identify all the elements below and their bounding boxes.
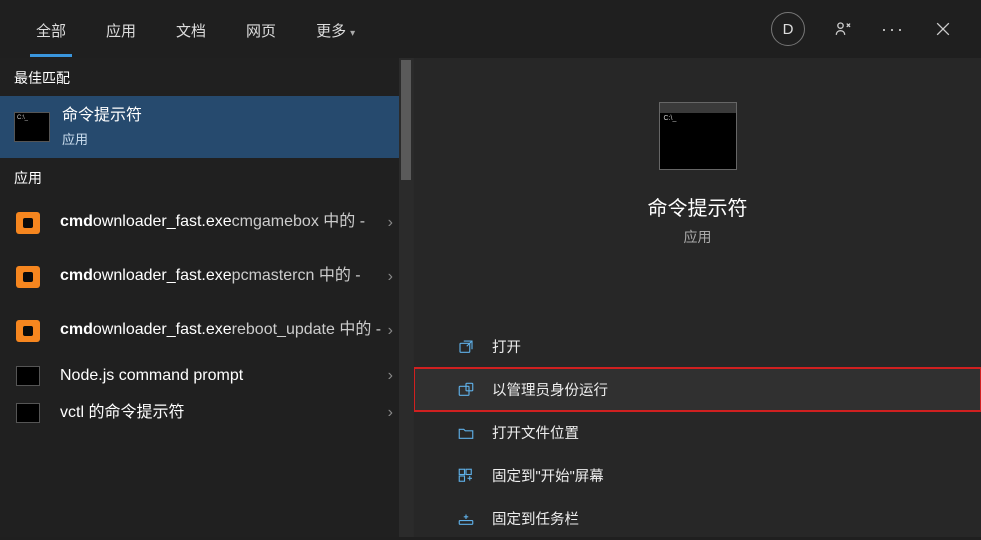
preview-subtitle: 应用 [684, 227, 712, 247]
section-best-match: 最佳匹配 [0, 58, 413, 96]
action-label: 打开 [492, 336, 521, 357]
result-title: Node.js command prompt [60, 366, 382, 387]
scrollbar[interactable] [399, 58, 413, 537]
more-options-icon[interactable]: ··· [881, 17, 905, 41]
feedback-icon[interactable] [831, 17, 855, 41]
action-label: 固定到"开始"屏幕 [492, 465, 604, 486]
folder-icon [456, 423, 476, 443]
action-label: 固定到任务栏 [492, 508, 579, 529]
chevron-right-icon[interactable]: › [382, 268, 399, 286]
result-text: 命令提示符 应用 [62, 106, 399, 148]
result-title: cmdownloader_fast.exepcmastercn 中的 - [60, 266, 382, 287]
pin-start-icon [456, 466, 476, 486]
result-vctl[interactable]: vctl 的命令提示符 › [0, 395, 413, 432]
result-text: cmdownloader_fast.exereboot_update 中的 - [60, 320, 382, 341]
tab-more-label: 更多 [316, 23, 346, 40]
actions-list: 打开 以管理员身份运行 打开文件位置 固定到"开始"屏幕 [414, 325, 981, 540]
result-best-match[interactable]: C:\_ 命令提示符 应用 [0, 96, 413, 158]
chevron-right-icon[interactable]: › [382, 367, 399, 385]
user-avatar[interactable]: D [771, 12, 805, 46]
tab-all-label: 全部 [36, 23, 66, 40]
preview-cmd-icon: C:\_ [659, 102, 737, 170]
tab-docs-label: 文档 [176, 23, 206, 40]
search-tabs: 全部 应用 文档 网页 更多 ▾ [16, 2, 375, 57]
action-open-location[interactable]: 打开文件位置 [414, 411, 981, 454]
results-pane: 最佳匹配 C:\_ 命令提示符 应用 应用 cmdownloader_fast.… [0, 58, 414, 537]
open-icon [456, 337, 476, 357]
chevron-right-icon[interactable]: › [382, 214, 399, 232]
result-title: cmdownloader_fast.exereboot_update 中的 - [60, 320, 382, 341]
section-apps: 应用 [0, 158, 413, 196]
result-title: vctl 的命令提示符 [60, 403, 382, 424]
top-right-controls: D ··· [771, 12, 965, 46]
result-app-0[interactable]: cmdownloader_fast.execmgamebox 中的 - › [0, 196, 413, 250]
action-label: 打开文件位置 [492, 422, 579, 443]
result-text: vctl 的命令提示符 [60, 403, 382, 424]
cmd-icon: C:\_ [14, 112, 50, 142]
action-label: 以管理员身份运行 [492, 379, 608, 400]
action-run-as-admin[interactable]: 以管理员身份运行 [414, 368, 981, 411]
result-app-1[interactable]: cmdownloader_fast.exepcmastercn 中的 - › [0, 250, 413, 304]
preview-block: C:\_ 命令提示符 应用 [648, 102, 748, 247]
preview-pane: C:\_ 命令提示符 应用 打开 以管理员身份运行 [414, 58, 981, 537]
result-subtitle: 应用 [62, 129, 399, 148]
scroll-thumb[interactable] [401, 60, 411, 180]
main-area: 最佳匹配 C:\_ 命令提示符 应用 应用 cmdownloader_fast.… [0, 58, 981, 537]
pin-taskbar-icon [456, 509, 476, 529]
tab-apps[interactable]: 应用 [86, 2, 156, 57]
avatar-letter: D [783, 21, 794, 38]
chevron-down-icon: ▾ [350, 28, 355, 39]
result-text: cmdownloader_fast.exepcmastercn 中的 - [60, 266, 382, 287]
result-text: cmdownloader_fast.execmgamebox 中的 - [60, 212, 382, 233]
result-nodejs[interactable]: Node.js command prompt › [0, 358, 413, 395]
tab-apps-label: 应用 [106, 23, 136, 40]
tab-web-label: 网页 [246, 23, 276, 40]
action-pin-taskbar[interactable]: 固定到任务栏 [414, 497, 981, 540]
tab-more[interactable]: 更多 ▾ [296, 2, 375, 57]
tab-all[interactable]: 全部 [16, 2, 86, 57]
terminal-icon [16, 403, 40, 423]
shield-icon [456, 380, 476, 400]
tab-web[interactable]: 网页 [226, 2, 296, 57]
close-icon[interactable] [931, 17, 955, 41]
chevron-right-icon[interactable]: › [382, 322, 399, 340]
result-title: cmdownloader_fast.execmgamebox 中的 - [60, 212, 382, 233]
preview-title: 命令提示符 [648, 192, 748, 221]
result-title: 命令提示符 [62, 106, 399, 127]
terminal-icon [16, 366, 40, 386]
app-icon [16, 266, 40, 288]
app-icon [16, 212, 40, 234]
chevron-right-icon[interactable]: › [382, 404, 399, 422]
tab-docs[interactable]: 文档 [156, 2, 226, 57]
action-open[interactable]: 打开 [414, 325, 981, 368]
top-bar: 全部 应用 文档 网页 更多 ▾ D ··· [0, 0, 981, 58]
result-text: Node.js command prompt [60, 366, 382, 387]
result-app-2[interactable]: cmdownloader_fast.exereboot_update 中的 - … [0, 304, 413, 358]
action-pin-start[interactable]: 固定到"开始"屏幕 [414, 454, 981, 497]
app-icon [16, 320, 40, 342]
